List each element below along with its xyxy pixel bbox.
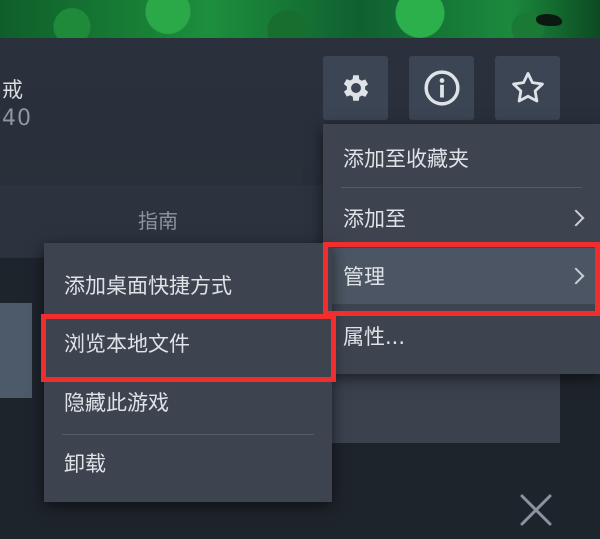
settings-button[interactable] bbox=[323, 56, 388, 120]
info-icon bbox=[423, 70, 460, 106]
chevron-right-icon bbox=[567, 209, 585, 227]
submenu-item-hide-game[interactable]: 隐藏此游戏 bbox=[44, 374, 332, 430]
game-subtitle: 40 bbox=[2, 106, 32, 131]
menu-item-label: 卸载 bbox=[64, 452, 106, 476]
gear-icon bbox=[343, 75, 368, 101]
close-button[interactable] bbox=[516, 490, 556, 530]
star-icon bbox=[511, 72, 544, 103]
favorite-button[interactable] bbox=[495, 56, 560, 120]
submenu-item-uninstall[interactable]: 卸载 bbox=[44, 435, 332, 491]
menu-divider bbox=[341, 187, 582, 188]
game-banner bbox=[0, 0, 600, 38]
menu-item-label: 添加至收藏夹 bbox=[343, 147, 469, 171]
tab-guide[interactable]: 指南 bbox=[138, 205, 178, 234]
game-title: 戒 bbox=[2, 78, 24, 102]
menu-item-label: 添加至 bbox=[343, 207, 406, 231]
close-icon bbox=[520, 494, 552, 526]
menu-item-label: 属性... bbox=[343, 325, 406, 349]
menu-item-add-to[interactable]: 添加至 bbox=[323, 190, 600, 246]
menu-item-label: 隐藏此游戏 bbox=[64, 391, 169, 415]
banner-creature bbox=[536, 14, 562, 26]
menu-item-label: 添加桌面快捷方式 bbox=[64, 274, 232, 298]
info-button[interactable] bbox=[409, 56, 474, 120]
submenu-item-add-desktop-shortcut[interactable]: 添加桌面快捷方式 bbox=[44, 257, 332, 313]
highlight-browse-local-files bbox=[41, 314, 336, 382]
menu-item-add-to-favorites[interactable]: 添加至收藏夹 bbox=[323, 130, 600, 186]
menu-item-properties[interactable]: 属性... bbox=[323, 308, 600, 364]
highlight-manage bbox=[323, 242, 600, 316]
content-thumbnail[interactable] bbox=[0, 303, 32, 398]
